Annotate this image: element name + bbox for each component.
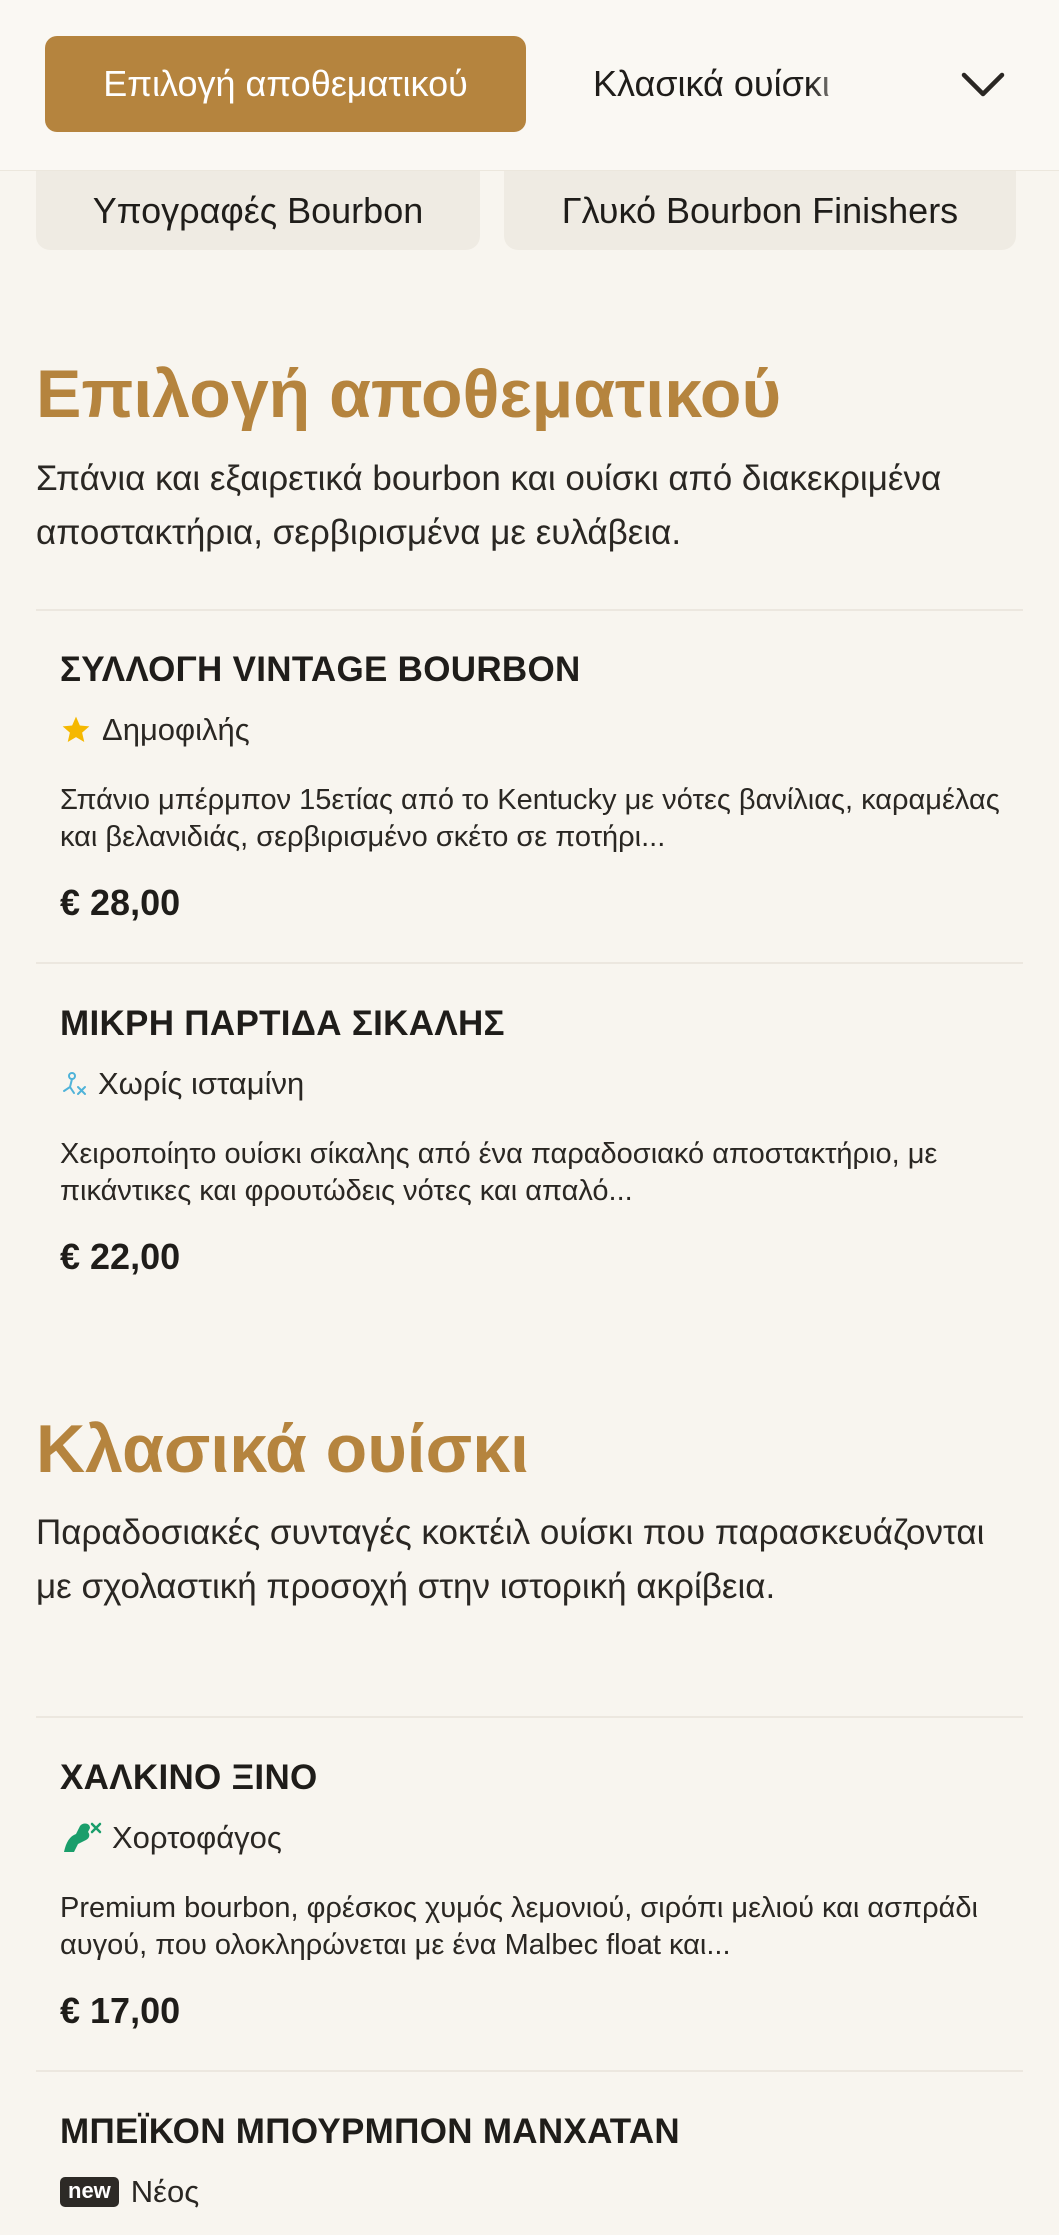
category-nav: Επιλογή αποθεματικού Κλασικά ουίσκι bbox=[0, 0, 1059, 171]
histamine-free-icon bbox=[60, 1069, 88, 1099]
histamine-free-tag: Χωρίς ισταμίνη bbox=[60, 1064, 304, 1104]
tag-label: Χωρίς ισταμίνη bbox=[98, 1066, 305, 1101]
menu-item-price: € 22,00 bbox=[60, 1236, 181, 1277]
menu-item-price: € 17,00 bbox=[60, 1990, 181, 2031]
chevron-down-icon[interactable] bbox=[958, 60, 1008, 110]
tag-label: Χορτοφάγος bbox=[112, 1820, 282, 1855]
vegetarian-icon bbox=[60, 1820, 102, 1856]
section-description: Σπάνια και εξαιρετικά bourbon και ουίσκι… bbox=[36, 459, 942, 552]
menu-item-name[interactable]: ΜΠΕΪΚΟΝ ΜΠΟΥΡΜΠΟΝ ΜΑΝΧΑΤΑΝ bbox=[60, 2112, 680, 2152]
menu-item-name[interactable]: ΧΑΛΚΙΝΟ ΞΙΝΟ bbox=[60, 1758, 318, 1798]
menu-item-price: € 28,00 bbox=[60, 882, 181, 923]
section-title: Κλασικά ουίσκι bbox=[36, 1411, 529, 1487]
vegetarian-tag: Χορτοφάγος bbox=[60, 1818, 282, 1858]
menu-item-description: Σπάνιο μπέρμπον 15ετίας από το Kentucky … bbox=[60, 784, 1000, 853]
new-badge-icon: new bbox=[60, 2177, 119, 2207]
section-title: Επιλογή αποθεματικού bbox=[36, 356, 782, 432]
menu-item-description: Premium bourbon, φρέσκος χυμός λεμονιού,… bbox=[60, 1892, 978, 1961]
divider bbox=[36, 2070, 1023, 2072]
menu-item-name[interactable]: ΣΥΛΛΟΓΗ VINTAGE BOURBON bbox=[60, 650, 581, 690]
divider bbox=[36, 1716, 1023, 1718]
menu-item-description: Χειροποίητο ουίσκι σίκαλης από ένα παραδ… bbox=[60, 1138, 938, 1207]
popular-tag: Δημοφιλής bbox=[60, 710, 250, 750]
tag-label: Νέος bbox=[130, 2174, 200, 2209]
divider bbox=[36, 962, 1023, 964]
tab-classic-whiskeys[interactable]: Κλασικά ουίσκι bbox=[593, 36, 863, 132]
tag-label: Δημοφιλής bbox=[102, 712, 250, 747]
star-icon bbox=[60, 714, 92, 746]
section-description: Παραδοσιακές συνταγές κοκτέιλ ουίσκι που… bbox=[36, 1513, 985, 1606]
new-tag: new Νέος bbox=[60, 2172, 199, 2212]
menu-item-name[interactable]: ΜΙΚΡΗ ΠΑΡΤΙΔΑ ΣΙΚΑΛΗΣ bbox=[60, 1004, 505, 1044]
divider bbox=[36, 609, 1023, 611]
tab-reserve-selection[interactable]: Επιλογή αποθεματικού bbox=[45, 36, 526, 132]
